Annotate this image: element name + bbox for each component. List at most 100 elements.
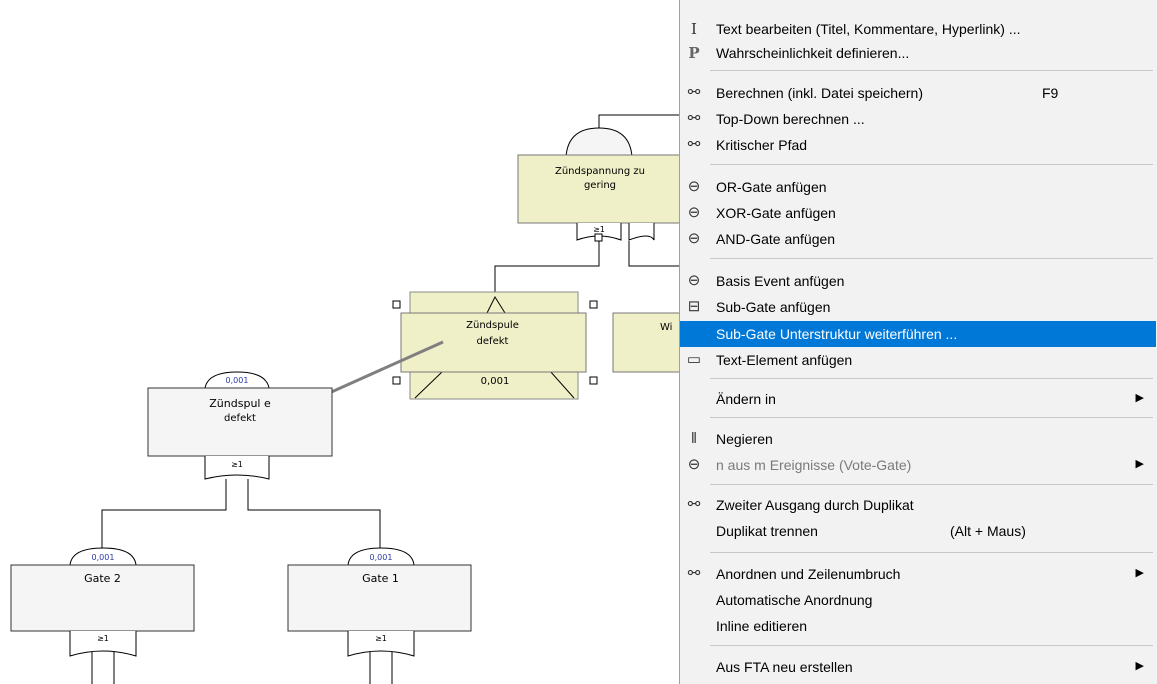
menu-item-basis-event[interactable]: ⊖ Basis Event anfügen bbox=[680, 268, 1156, 294]
selection-handle[interactable] bbox=[589, 376, 598, 385]
menu-separator bbox=[710, 645, 1153, 646]
submenu-arrow-icon: ▶ bbox=[1135, 458, 1144, 470]
menu-item-zweiter-ausgang[interactable]: ⚯ Zweiter Ausgang durch Duplikat bbox=[680, 492, 1156, 518]
submenu-arrow-icon: ▶ bbox=[1135, 660, 1144, 672]
detail-gate-label-line2: defekt bbox=[224, 413, 256, 424]
menu-item-inline-editieren[interactable]: Inline editieren bbox=[680, 613, 1156, 639]
xor-gate-icon: ⊖ bbox=[687, 204, 701, 221]
gate-1-probability: 0,001 bbox=[369, 553, 393, 562]
menu-item-label: Top-Down berechnen ... bbox=[716, 111, 865, 127]
menu-item-top-down[interactable]: ⚯ Top-Down berechnen ... bbox=[680, 106, 1156, 132]
menu-item-label: Berechnen (inkl. Datei speichern) bbox=[716, 85, 923, 101]
gate-dome bbox=[565, 127, 633, 158]
menu-item-label: n aus m Ereignisse (Vote-Gate) bbox=[716, 457, 912, 473]
top-gate-label-line1: Zündspannung zu bbox=[554, 166, 646, 177]
menu-item-wahrscheinlichkeit[interactable]: P Wahrscheinlichkeit definieren... bbox=[680, 40, 1156, 66]
menu-item-duplikat-trennen[interactable]: Duplikat trennen (Alt + Maus) bbox=[680, 518, 1156, 544]
calculate-tree-icon: ⚯ bbox=[687, 84, 701, 101]
menu-item-automatische-anordnung[interactable]: Automatische Anordnung bbox=[680, 587, 1156, 613]
menu-item-text-element[interactable]: ▭ Text-Element anfügen bbox=[680, 347, 1156, 373]
connector-line bbox=[494, 241, 600, 298]
menu-item-label: Negieren bbox=[716, 431, 773, 447]
menu-item-shortcut: F9 bbox=[1042, 85, 1059, 101]
detail-gate-label-line1: Zündspul e bbox=[209, 397, 271, 410]
menu-separator bbox=[710, 417, 1153, 418]
selected-gate-label-line1: Zündspule bbox=[466, 320, 519, 331]
menu-item-label: XOR-Gate anfügen bbox=[716, 205, 836, 221]
vote-gate-icon: ⊖ bbox=[687, 456, 701, 473]
menu-item-sub-gate[interactable]: ⊟ Sub-Gate anfügen bbox=[680, 294, 1156, 320]
menu-item-label: Kritischer Pfad bbox=[716, 137, 808, 153]
menu-item-label: AND-Gate anfügen bbox=[716, 231, 836, 247]
negate-icon: ǁ bbox=[690, 430, 698, 447]
menu-item-label: Inline editieren bbox=[716, 618, 808, 634]
and-gate-icon: ⊖ bbox=[687, 230, 701, 247]
top-down-icon: ⚯ bbox=[687, 110, 701, 127]
duplicate-output-icon: ⚯ bbox=[687, 496, 701, 513]
top-gate-label-line2: gering bbox=[583, 180, 617, 191]
basic-event-icon: ⊖ bbox=[687, 272, 701, 289]
or-gate-symbol-2 bbox=[628, 223, 655, 241]
menu-item-label: Zweiter Ausgang durch Duplikat bbox=[716, 497, 914, 513]
menu-item-anordnen[interactable]: ⚯ Anordnen und Zeilenumbruch ▶ bbox=[680, 561, 1156, 587]
menu-item-label: Sub-Gate anfügen bbox=[716, 299, 831, 315]
menu-separator bbox=[710, 258, 1153, 259]
menu-item-sub-gate-unterstruktur[interactable]: Sub-Gate Unterstruktur weiterführen ... bbox=[680, 321, 1156, 347]
menu-separator bbox=[710, 164, 1153, 165]
gate-2-probability: 0,001 bbox=[91, 553, 115, 562]
gate-1-label: Gate 1 bbox=[362, 572, 399, 585]
menu-item-label: Basis Event anfügen bbox=[716, 273, 845, 289]
menu-item-and-gate[interactable]: ⊖ AND-Gate anfügen bbox=[680, 226, 1156, 252]
menu-item-aendern-in[interactable]: Ändern in ▶ bbox=[680, 386, 1156, 412]
context-menu: I Text bearbeiten (Titel, Kommentare, Hy… bbox=[679, 0, 1157, 684]
menu-item-label: Duplikat trennen bbox=[716, 523, 818, 539]
gate-2-label: Gate 2 bbox=[84, 572, 121, 585]
gate-2-symbol: ≥1 bbox=[97, 634, 109, 643]
selection-handle[interactable] bbox=[392, 376, 401, 385]
menu-separator bbox=[710, 484, 1153, 485]
critical-path-icon: ⚯ bbox=[687, 136, 701, 153]
menu-item-or-gate[interactable]: ⊖ OR-Gate anfügen bbox=[680, 174, 1156, 200]
menu-item-label: OR-Gate anfügen bbox=[716, 179, 827, 195]
or-gate-icon: ⊖ bbox=[687, 178, 701, 195]
menu-item-label: Automatische Anordnung bbox=[716, 592, 873, 608]
menu-separator bbox=[710, 552, 1153, 553]
menu-item-label: Wahrscheinlichkeit definieren... bbox=[716, 45, 910, 61]
menu-item-kritischer-pfad[interactable]: ⚯ Kritischer Pfad bbox=[680, 132, 1156, 158]
menu-item-negieren[interactable]: ǁ Negieren bbox=[680, 426, 1156, 452]
selection-handle[interactable] bbox=[392, 300, 401, 309]
menu-item-label: Ändern in bbox=[716, 391, 776, 407]
probability-icon: P bbox=[688, 44, 700, 62]
menu-separator bbox=[710, 378, 1153, 379]
menu-item-label: Anordnen und Zeilenumbruch bbox=[716, 566, 901, 582]
connector-line bbox=[101, 479, 227, 550]
selected-gate-label-line2: defekt bbox=[476, 336, 509, 347]
menu-item-label: Text bearbeiten (Titel, Kommentare, Hype… bbox=[716, 21, 1021, 37]
arrange-icon: ⚯ bbox=[687, 565, 701, 582]
menu-item-label: Text-Element anfügen bbox=[716, 352, 853, 368]
gate-1-symbol: ≥1 bbox=[375, 634, 387, 643]
menu-item-label: Sub-Gate Unterstruktur weiterführen ... bbox=[716, 326, 958, 342]
text-cursor-icon: I bbox=[691, 20, 697, 38]
menu-item-aus-fta[interactable]: Aus FTA neu erstellen ▶ bbox=[680, 654, 1156, 680]
menu-item-shortcut: (Alt + Maus) bbox=[950, 523, 1026, 539]
detail-gate-probability: 0,001 bbox=[225, 376, 249, 385]
selected-gate-label: Zündspule defekt bbox=[420, 318, 565, 350]
top-gate-symbol: ≥1 bbox=[593, 225, 605, 234]
submenu-arrow-icon: ▶ bbox=[1135, 392, 1144, 404]
detail-gate-label: Zündspul e defekt bbox=[160, 396, 320, 426]
gate-anchor[interactable] bbox=[594, 233, 603, 242]
menu-separator bbox=[710, 70, 1153, 71]
menu-item-label: Aus FTA neu erstellen bbox=[716, 659, 853, 675]
selected-gate-probability: 0,001 bbox=[480, 376, 510, 387]
menu-item-xor-gate[interactable]: ⊖ XOR-Gate anfügen bbox=[680, 200, 1156, 226]
text-element-icon: ▭ bbox=[686, 351, 702, 368]
menu-item-berechnen[interactable]: ⚯ Berechnen (inkl. Datei speichern) F9 bbox=[680, 80, 1156, 106]
connector-line bbox=[628, 241, 679, 267]
menu-item-text-bearbeiten[interactable]: I Text bearbeiten (Titel, Kommentare, Hy… bbox=[680, 16, 1156, 42]
connector-line bbox=[247, 479, 381, 550]
submenu-arrow-icon: ▶ bbox=[1135, 567, 1144, 579]
detail-gate-symbol: ≥1 bbox=[231, 460, 243, 469]
selection-handle[interactable] bbox=[589, 300, 598, 309]
menu-item-vote-gate: ⊖ n aus m Ereignisse (Vote-Gate) ▶ bbox=[680, 452, 1156, 478]
